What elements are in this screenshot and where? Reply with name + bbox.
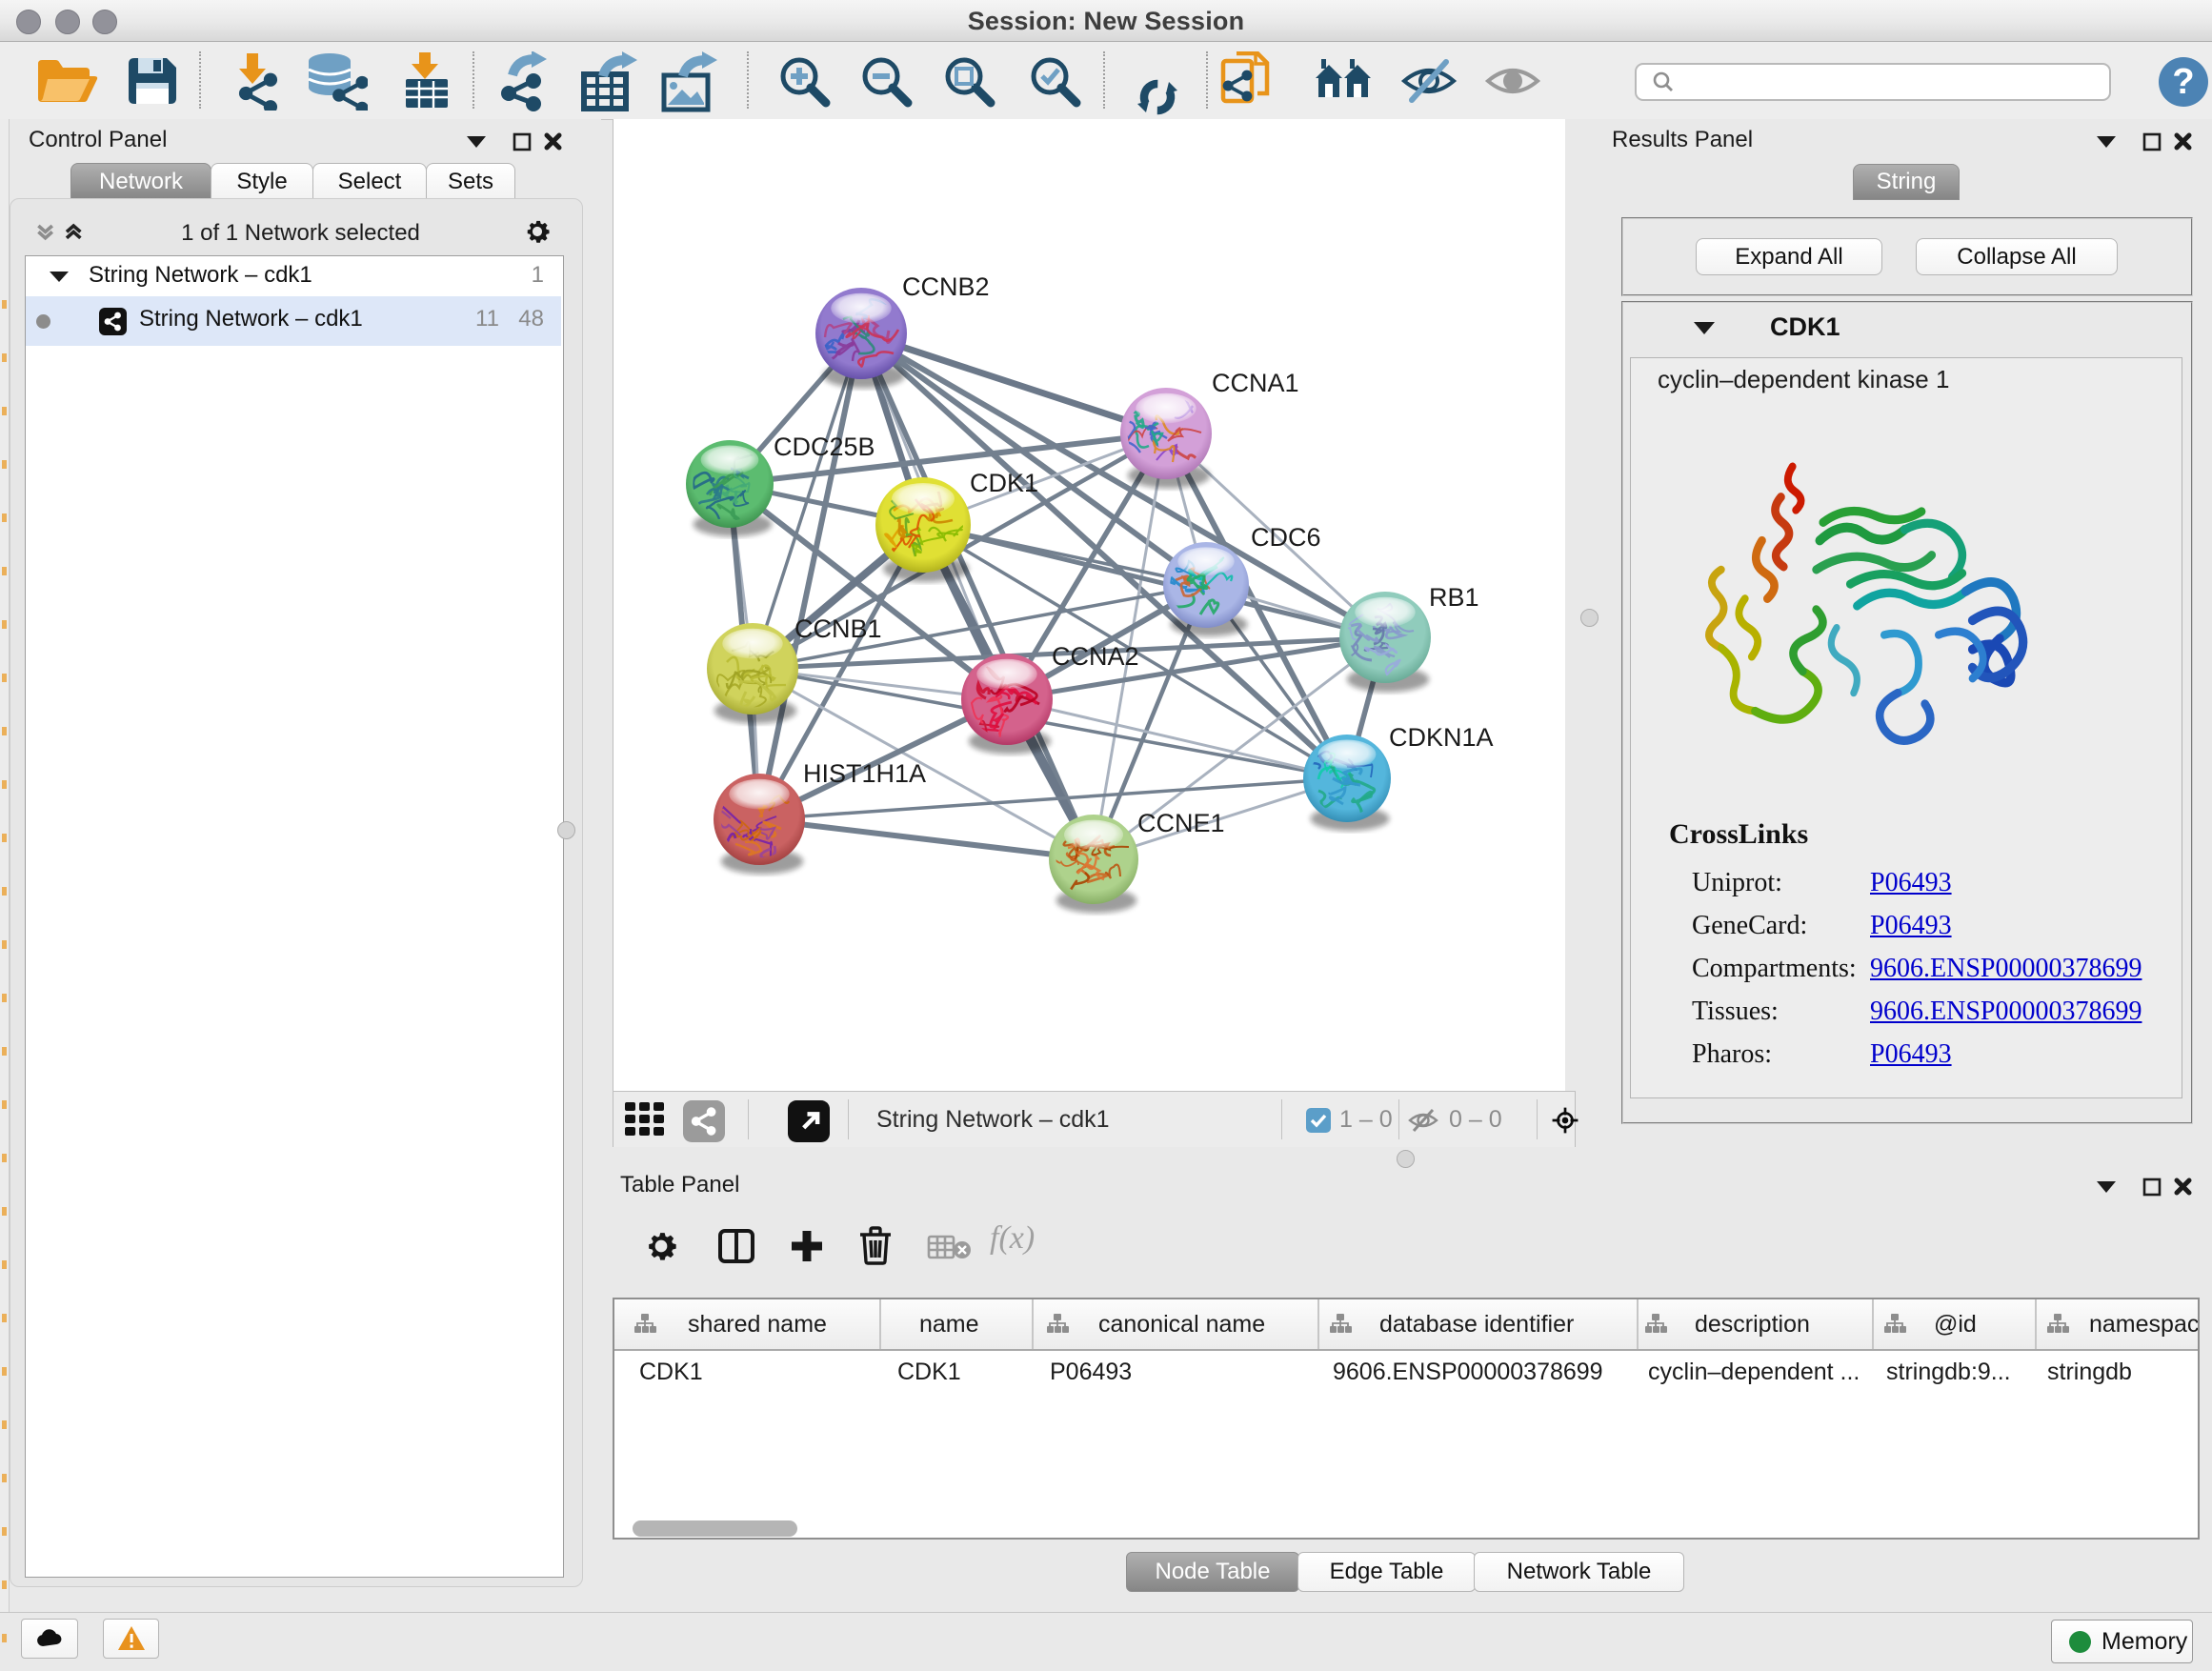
svg-text:CCNA1: CCNA1 [1212, 369, 1299, 397]
svg-text:CDKN1A: CDKN1A [1389, 723, 1494, 752]
svg-text:CDC25B: CDC25B [774, 433, 875, 461]
svg-text:CCNB2: CCNB2 [902, 272, 990, 301]
svg-text:CCNB1: CCNB1 [794, 614, 882, 643]
svg-text:CDC6: CDC6 [1251, 523, 1321, 552]
svg-text:RB1: RB1 [1429, 583, 1479, 612]
svg-text:CCNE1: CCNE1 [1137, 809, 1225, 837]
svg-text:HIST1H1A: HIST1H1A [803, 759, 926, 788]
svg-text:CDK1: CDK1 [970, 469, 1038, 497]
svg-text:CCNA2: CCNA2 [1052, 642, 1139, 671]
